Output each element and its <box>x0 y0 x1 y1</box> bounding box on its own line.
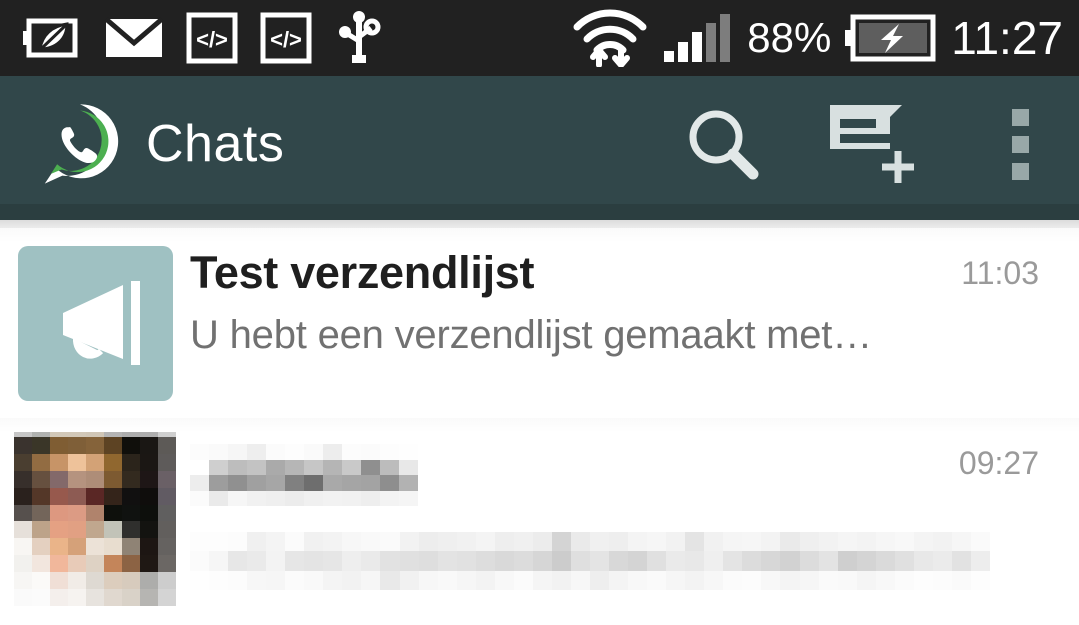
megaphone-icon <box>63 281 140 365</box>
action-bar-bottom-strip <box>0 204 1079 220</box>
usb-icon <box>339 11 381 63</box>
chat-timestamp: 11:03 <box>961 255 1039 291</box>
signal-bars-icon <box>664 14 731 62</box>
svg-text:</>: </> <box>270 27 302 52</box>
broadcast-avatar <box>17 245 173 401</box>
overflow-menu-icon <box>1011 108 1029 180</box>
chat-name-censored <box>190 444 418 506</box>
whatsapp-logo <box>44 104 119 184</box>
status-bar: </> </> 88% 11:27 <box>0 0 1079 76</box>
page-title: Chats <box>146 115 285 173</box>
search-icon <box>689 110 759 180</box>
chat-preview-message: U hebt een verzendlijst gemaakt met… <box>190 313 873 358</box>
avatar[interactable] <box>0 228 190 418</box>
code-icon-2: </> <box>260 12 312 64</box>
search-button[interactable] <box>675 96 771 192</box>
battery-leaf-icon <box>23 18 78 58</box>
chat-list-item-broadcast[interactable]: Test verzendlijst 11:03 U hebt een verze… <box>0 228 1079 421</box>
action-bar-buttons <box>675 94 1079 194</box>
svg-text:</>: </> <box>196 27 228 52</box>
avatar[interactable] <box>0 418 190 608</box>
email-icon <box>104 17 164 57</box>
new-chat-button[interactable] <box>819 96 929 192</box>
status-bar-notification-icons: </> </> <box>0 11 384 65</box>
chat-timestamp: 09:27 <box>958 445 1039 481</box>
battery-percent-label: 88% <box>747 14 832 61</box>
chat-name: Test verzendlijst <box>190 247 535 298</box>
chat-list-item-censored[interactable]: 09:27 <box>0 418 1079 608</box>
chat-list[interactable]: Test verzendlijst 11:03 U hebt een verze… <box>0 228 1079 625</box>
battery-charging-icon <box>845 14 936 62</box>
status-bar-clock: 11:27 <box>951 12 1063 64</box>
action-bar: Chats <box>0 76 1079 212</box>
overflow-menu-button[interactable] <box>985 94 1055 194</box>
chat-preview-message-censored <box>190 532 990 590</box>
new-chat-icon <box>830 105 914 183</box>
chat-row-content: 09:27 <box>190 418 1079 608</box>
status-bar-system-icons: 88% 11:27 <box>571 9 1079 67</box>
chat-row-content: Test verzendlijst 11:03 U hebt een verze… <box>190 228 1079 418</box>
whatsapp-chats-screen: </> </> 88% 11:27 Chats Test verzendlijs… <box>0 0 1079 625</box>
code-icon-1: </> <box>186 12 238 64</box>
wifi-icon <box>573 9 647 67</box>
contact-photo-censored <box>13 420 177 606</box>
